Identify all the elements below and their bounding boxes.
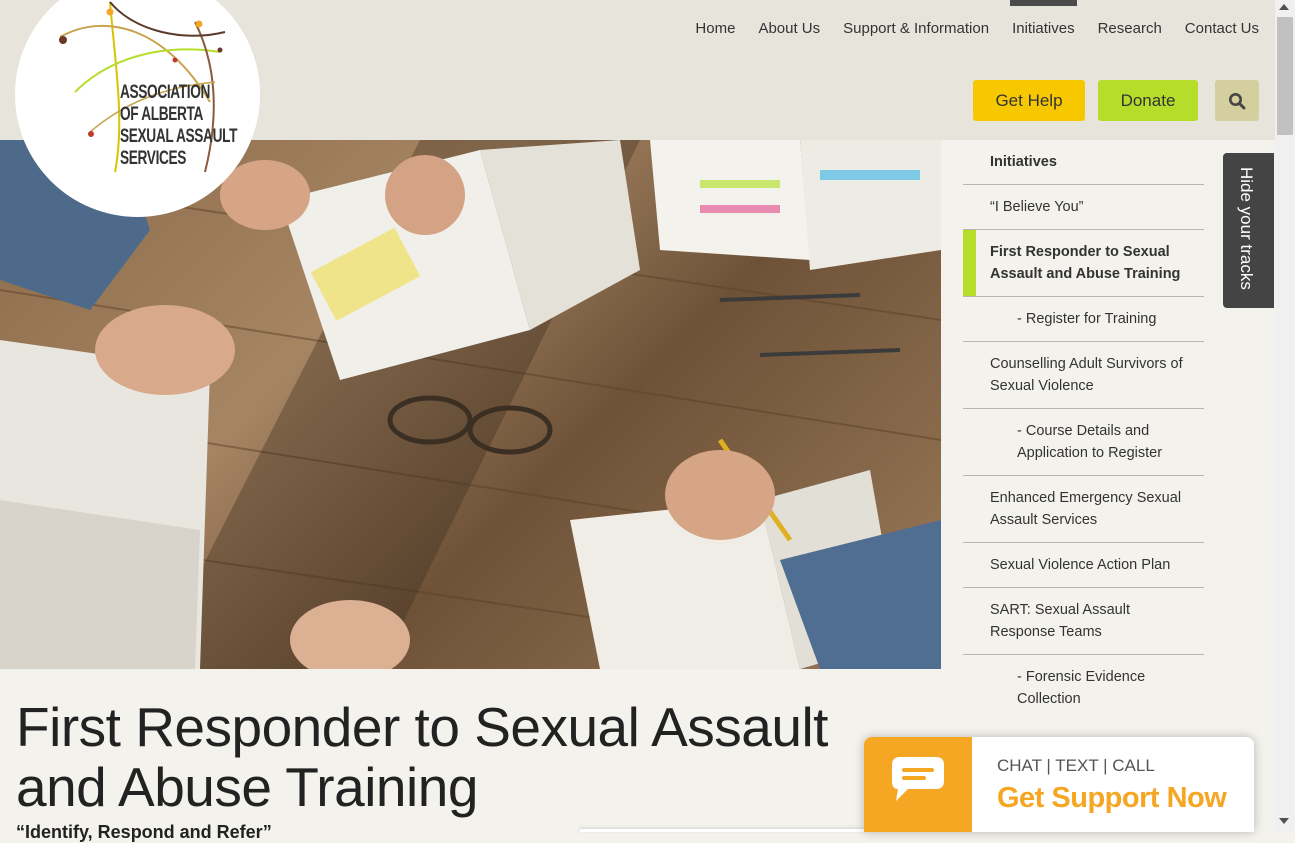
sidebar-item-course-details[interactable]: - Course Details and Application to Regi…: [963, 409, 1204, 476]
get-help-button[interactable]: Get Help: [973, 80, 1085, 121]
chat-widget-caption: CHAT | TEXT | CALL: [997, 756, 1155, 775]
sidebar-item-counselling-adult-survivors[interactable]: Counselling Adult Survivors of Sexual Vi…: [963, 342, 1204, 409]
chat-support-widget[interactable]: CHAT | TEXT | CALL Get Support Now: [864, 737, 1254, 832]
scroll-up-arrow-icon[interactable]: [1279, 4, 1289, 10]
sidebar-item-initiatives[interactable]: Initiatives: [963, 140, 1204, 185]
nav-home[interactable]: Home: [695, 20, 735, 37]
logo-wordmark: ASSOCIATION OF ALBERTA SEXUAL ASSAULT SE…: [120, 82, 238, 169]
sidebar-item-enhanced-emergency[interactable]: Enhanced Emergency Sexual Assault Servic…: [963, 476, 1204, 543]
search-icon: [1229, 92, 1246, 109]
chat-bubble-icon: [892, 757, 944, 801]
chat-widget-cta: Get Support Now: [997, 782, 1227, 814]
scroll-down-arrow-icon[interactable]: [1279, 818, 1289, 824]
nav-active-indicator: [1010, 0, 1077, 6]
nav-contact-us[interactable]: Contact Us: [1185, 20, 1259, 37]
search-button[interactable]: [1215, 80, 1259, 121]
nav-initiatives[interactable]: Initiatives: [1012, 20, 1075, 37]
sidebar-item-forensic-evidence[interactable]: - Forensic Evidence Collection: [963, 655, 1204, 721]
donate-button[interactable]: Donate: [1098, 80, 1198, 121]
nav-support-information[interactable]: Support & Information: [843, 20, 989, 37]
sidebar-item-action-plan[interactable]: Sexual Violence Action Plan: [963, 543, 1204, 588]
nav-research[interactable]: Research: [1098, 20, 1162, 37]
sidebar-item-first-responder-training[interactable]: First Responder to Sexual Assault and Ab…: [963, 230, 1204, 297]
sidebar-nav: Initiatives “I Believe You” First Respon…: [963, 140, 1204, 721]
site-logo[interactable]: ASSOCIATION OF ALBERTA SEXUAL ASSAULT SE…: [15, 0, 260, 217]
main-nav: Home About Us Support & Information Init…: [672, 20, 1259, 37]
scrollbar-thumb[interactable]: [1277, 17, 1293, 135]
page-subtitle: “Identify, Respond and Refer”: [16, 822, 272, 842]
sidebar-item-i-believe-you[interactable]: “I Believe You”: [963, 185, 1204, 230]
hero-image: [0, 140, 941, 669]
nav-about-us[interactable]: About Us: [758, 20, 820, 37]
hide-your-tracks-button[interactable]: Hide your tracks: [1223, 153, 1274, 308]
sidebar-item-sart[interactable]: SART: Sexual Assault Response Teams: [963, 588, 1204, 655]
chat-icon-box: [864, 737, 972, 832]
hero-illustration: [0, 140, 941, 669]
page-title: First Responder to Sexual Assault and Ab…: [16, 696, 828, 818]
sidebar-item-register-for-training[interactable]: - Register for Training: [963, 297, 1204, 342]
hide-your-tracks-label: Hide your tracks: [1237, 167, 1256, 290]
